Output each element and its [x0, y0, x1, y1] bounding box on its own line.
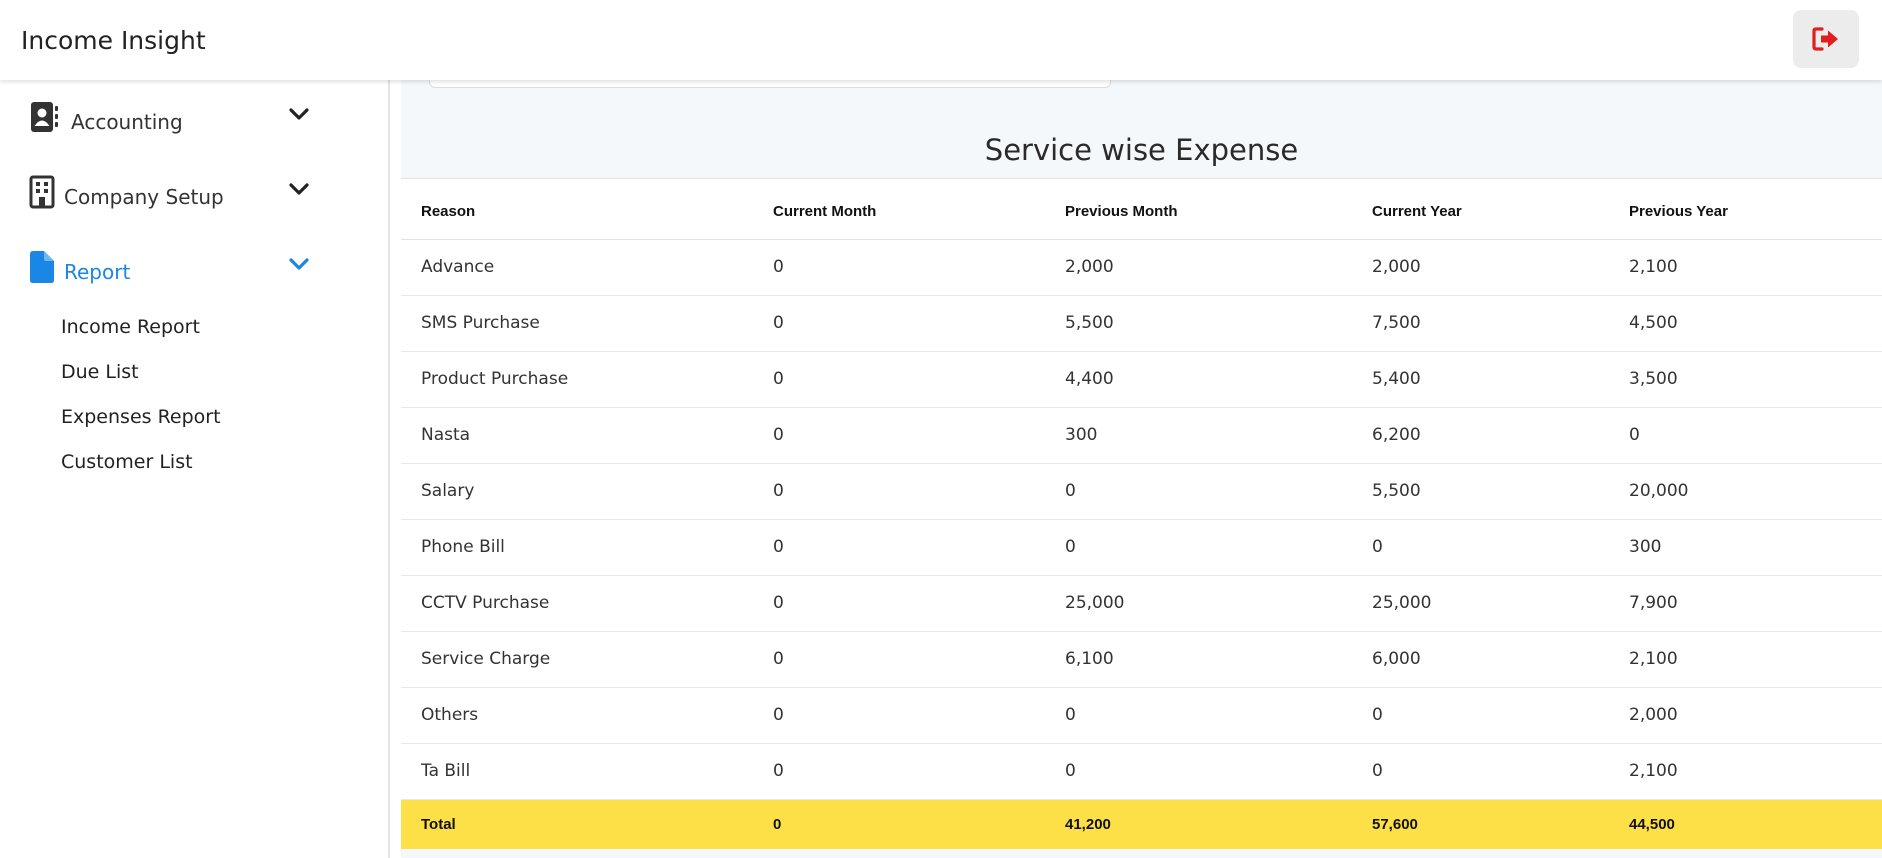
building-icon: [29, 175, 55, 209]
column-header-current-month: Current Month: [753, 179, 1045, 240]
table-row: Advance 0 2,000 2,000 2,100: [401, 239, 1882, 296]
table-cell: 6,100: [1045, 631, 1352, 688]
table-cell: 0: [753, 463, 1045, 520]
table-cell: 0: [1609, 407, 1882, 464]
table-row: Service Charge 0 6,100 6,000 2,100: [401, 631, 1882, 688]
main-content: Service wise Expense Reason Current Mont…: [401, 68, 1882, 858]
table-cell: 2,100: [1609, 631, 1882, 688]
column-header-previous-month: Previous Month: [1045, 179, 1352, 240]
table-cell: 2,000: [1352, 239, 1609, 296]
table-cell: 7,900: [1609, 575, 1882, 632]
sidebar-subitem-income-report[interactable]: Income Report: [61, 316, 200, 338]
table-cell: 2,000: [1609, 687, 1882, 744]
table-cell: Phone Bill: [401, 519, 753, 576]
table-cell: 0: [753, 687, 1045, 744]
table-cell: 0: [753, 631, 1045, 688]
total-cell: 57,600: [1352, 799, 1609, 849]
chevron-down-icon: [289, 258, 309, 270]
sidebar-item-label: Report: [64, 260, 131, 284]
column-header-previous-year: Previous Year: [1609, 179, 1882, 240]
table-cell: Advance: [401, 239, 753, 296]
table-cell: 0: [753, 351, 1045, 408]
sign-out-icon: [1812, 27, 1838, 51]
table-cell: 20,000: [1609, 463, 1882, 520]
table-cell: 0: [1045, 519, 1352, 576]
table-header-row: Reason Current Month Previous Month Curr…: [401, 179, 1882, 240]
table-cell: 0: [753, 239, 1045, 296]
address-book-icon: [31, 102, 58, 132]
table-row: Others 0 0 0 2,000: [401, 687, 1882, 744]
table-cell: 0: [753, 407, 1045, 464]
table-cell: 0: [753, 519, 1045, 576]
expense-table: Reason Current Month Previous Month Curr…: [401, 178, 1882, 849]
table-cell: 5,500: [1045, 295, 1352, 352]
table-cell: 0: [1352, 519, 1609, 576]
table-cell: Others: [401, 687, 753, 744]
table-cell: SMS Purchase: [401, 295, 753, 352]
table-cell: 0: [1045, 687, 1352, 744]
table-cell: 0: [1352, 743, 1609, 800]
table-cell: Nasta: [401, 407, 753, 464]
table-cell: 0: [753, 743, 1045, 800]
table-row: Product Purchase 0 4,400 5,400 3,500: [401, 351, 1882, 408]
table-row: Nasta 0 300 6,200 0: [401, 407, 1882, 464]
sidebar-subitem-due-list[interactable]: Due List: [61, 361, 139, 383]
table-cell: 2,100: [1609, 239, 1882, 296]
top-header: Income Insight: [0, 0, 1882, 80]
column-header-current-year: Current Year: [1352, 179, 1609, 240]
sidebar-item-accounting[interactable]: Accounting: [0, 80, 390, 140]
table-cell: 6,000: [1352, 631, 1609, 688]
chevron-down-icon: [289, 183, 309, 195]
table-cell: 25,000: [1352, 575, 1609, 632]
app-title: Income Insight: [21, 26, 206, 55]
total-cell: 41,200: [1045, 799, 1352, 849]
logout-button[interactable]: [1793, 10, 1859, 68]
table-cell: Ta Bill: [401, 743, 753, 800]
sidebar-subitem-customer-list[interactable]: Customer List: [61, 451, 193, 473]
table-cell: 25,000: [1045, 575, 1352, 632]
sidebar-subitem-expenses-report[interactable]: Expenses Report: [61, 406, 221, 428]
total-label: Total: [401, 799, 753, 849]
table-cell: 0: [1045, 743, 1352, 800]
table-cell: 0: [753, 575, 1045, 632]
table-row: CCTV Purchase 0 25,000 25,000 7,900: [401, 575, 1882, 632]
table-cell: 2,100: [1609, 743, 1882, 800]
table-cell: Product Purchase: [401, 351, 753, 408]
table-cell: Service Charge: [401, 631, 753, 688]
table-row: Ta Bill 0 0 0 2,100: [401, 743, 1882, 800]
table-cell: 0: [753, 295, 1045, 352]
table-cell: 2,000: [1045, 239, 1352, 296]
table-row: Salary 0 0 5,500 20,000: [401, 463, 1882, 520]
sidebar: Accounting Company Setup Report Income R…: [0, 80, 390, 858]
table-total-row: Total 0 41,200 57,600 44,500: [401, 799, 1882, 849]
table-cell: 7,500: [1352, 295, 1609, 352]
chevron-down-icon: [289, 108, 309, 120]
table-row: Phone Bill 0 0 0 300: [401, 519, 1882, 576]
table-cell: 5,400: [1352, 351, 1609, 408]
table-cell: 4,500: [1609, 295, 1882, 352]
sidebar-item-report[interactable]: Report: [0, 230, 390, 290]
sidebar-item-company-setup[interactable]: Company Setup: [0, 155, 390, 215]
table-cell: 300: [1045, 407, 1352, 464]
file-icon: [30, 251, 54, 283]
table-cell: 300: [1609, 519, 1882, 576]
table-cell: Salary: [401, 463, 753, 520]
table-cell: 3,500: [1609, 351, 1882, 408]
table-cell: CCTV Purchase: [401, 575, 753, 632]
table-cell: 6,200: [1352, 407, 1609, 464]
table-cell: 0: [1352, 687, 1609, 744]
table-row: SMS Purchase 0 5,500 7,500 4,500: [401, 295, 1882, 352]
table-cell: 4,400: [1045, 351, 1352, 408]
total-cell: 44,500: [1609, 799, 1882, 849]
total-cell: 0: [753, 799, 1045, 849]
table-cell: 5,500: [1352, 463, 1609, 520]
sidebar-item-label: Company Setup: [64, 185, 224, 209]
section-title: Service wise Expense: [984, 133, 1299, 167]
table-cell: 0: [1045, 463, 1352, 520]
sidebar-item-label: Accounting: [71, 110, 183, 134]
column-header-reason: Reason: [401, 179, 753, 240]
